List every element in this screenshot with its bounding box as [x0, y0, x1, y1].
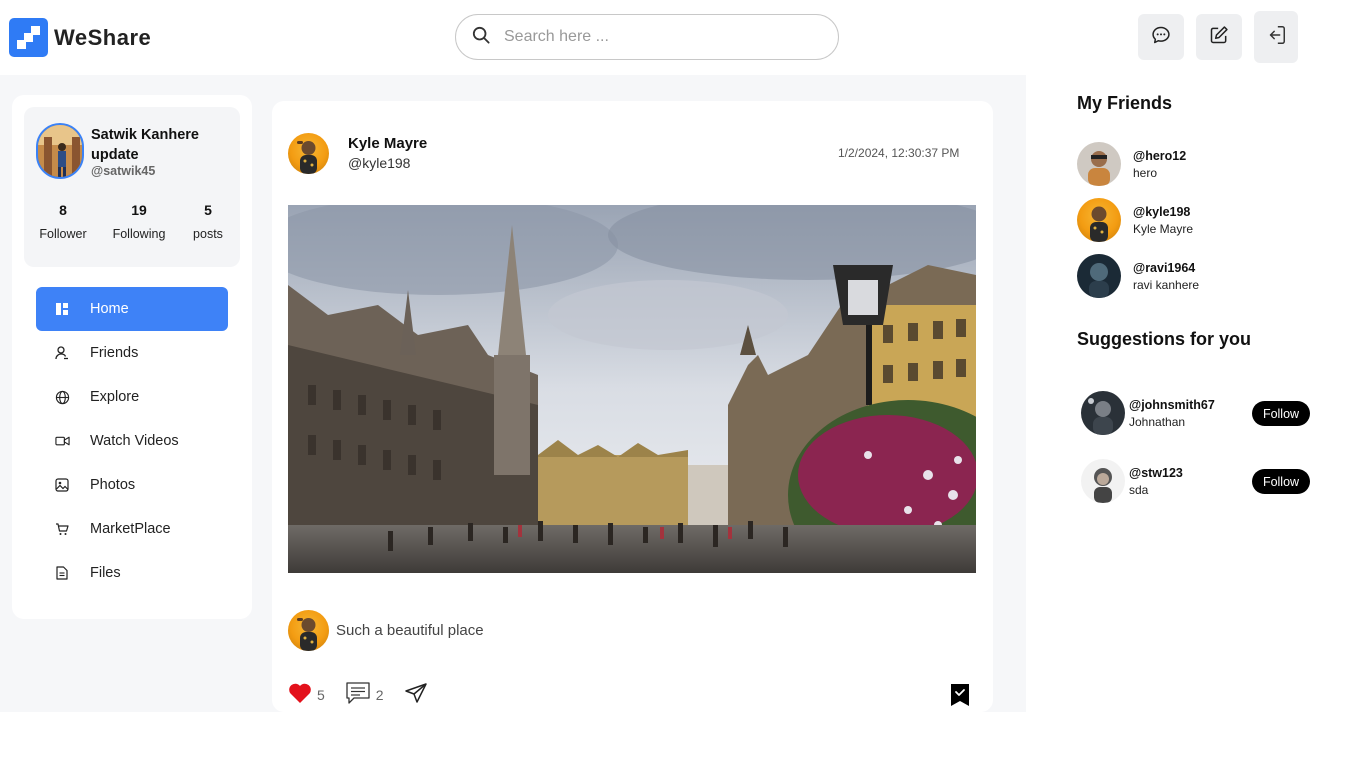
- suggestion-item[interactable]: @stw123 sda: [1081, 459, 1183, 503]
- chat-icon: [1151, 25, 1171, 50]
- like-count: 5: [317, 686, 325, 703]
- search-input[interactable]: [504, 28, 804, 46]
- avatar[interactable]: [1081, 459, 1125, 503]
- comment-button[interactable]: 2: [345, 681, 384, 708]
- friend-name: ravi kanhere: [1133, 277, 1200, 292]
- app-name: WeShare: [54, 24, 152, 50]
- follow-button[interactable]: Follow: [1252, 469, 1310, 494]
- heart-icon: [288, 682, 312, 707]
- search-bar[interactable]: [455, 14, 839, 60]
- share-button[interactable]: [404, 682, 428, 707]
- friend-handle: @hero12: [1133, 148, 1187, 163]
- edit-icon: [1209, 25, 1229, 50]
- send-icon: [404, 682, 428, 707]
- user-icon: [54, 345, 70, 361]
- follow-button[interactable]: Follow: [1252, 401, 1310, 426]
- bookmark-icon: [950, 684, 970, 711]
- post-author-name[interactable]: Kyle Mayre: [348, 135, 427, 152]
- followers-label: Follower: [39, 227, 87, 241]
- avatar[interactable]: [1081, 391, 1125, 435]
- nav-label-explore: Explore: [90, 389, 140, 405]
- right-sidebar: My Friends @hero12 hero @kyle198 Kyle Ma…: [1026, 75, 1366, 712]
- comment-avatar[interactable]: [288, 610, 329, 651]
- post-card: Kyle Mayre @kyle198 1/2/2024, 12:30:37 P…: [272, 101, 993, 712]
- post-timestamp: 1/2/2024, 12:30:37 PM: [838, 146, 960, 160]
- post-author-avatar[interactable]: [288, 133, 329, 174]
- friend-handle: @kyle198: [1133, 204, 1191, 219]
- friend-name: Kyle Mayre: [1133, 221, 1194, 236]
- logout-button[interactable]: [1254, 11, 1298, 63]
- post-image[interactable]: [288, 205, 976, 573]
- post-actions: 5 2: [288, 681, 448, 708]
- nav-label-files: Files: [90, 565, 121, 581]
- nav-label-friends: Friends: [90, 345, 139, 361]
- comment-icon: [345, 681, 371, 708]
- suggestion-handle: @johnsmith67: [1129, 397, 1215, 412]
- suggestion-name: sda: [1129, 482, 1149, 497]
- profile-card[interactable]: Satwik Kanhere update @satwik45 8 Follow…: [24, 107, 240, 267]
- posts-stat[interactable]: 5 posts: [173, 202, 243, 241]
- posts-label: posts: [193, 227, 223, 241]
- top-bar: WeShare: [0, 0, 1366, 75]
- globe-icon: [54, 389, 70, 405]
- video-icon: [54, 433, 70, 449]
- logo-icon: [9, 18, 48, 57]
- nav-item-files[interactable]: Files: [36, 551, 228, 595]
- friend-handle: @ravi1964: [1133, 260, 1196, 275]
- my-friends-title: My Friends: [1077, 93, 1173, 113]
- nav-label-watch-videos: Watch Videos: [90, 433, 179, 449]
- cart-icon: [54, 521, 70, 537]
- post-author-handle: @kyle198: [348, 155, 411, 171]
- create-post-button[interactable]: [1196, 14, 1242, 60]
- app-logo[interactable]: WeShare: [9, 18, 151, 57]
- following-stat[interactable]: 19 Following: [104, 202, 174, 241]
- suggestion-item[interactable]: @johnsmith67 Johnathan: [1081, 391, 1215, 435]
- nav-label-home: Home: [90, 301, 129, 317]
- followers-stat[interactable]: 8 Follower: [28, 202, 98, 241]
- nav-label-marketplace: MarketPlace: [90, 521, 171, 537]
- bookmark-button[interactable]: [950, 683, 970, 712]
- nav-label-photos: Photos: [90, 477, 136, 493]
- suggestions-title: Suggestions for you: [1077, 329, 1252, 349]
- nav-item-friends[interactable]: Friends: [36, 331, 228, 375]
- search-icon: [472, 26, 490, 49]
- avatar[interactable]: [1077, 198, 1121, 242]
- nav-item-photos[interactable]: Photos: [36, 463, 228, 507]
- avatar[interactable]: [1077, 254, 1121, 298]
- following-label: Following: [112, 227, 166, 241]
- like-button[interactable]: 5: [288, 682, 325, 707]
- avatar[interactable]: [36, 123, 84, 179]
- comment-count: 2: [375, 686, 384, 703]
- logout-icon: [1265, 24, 1287, 51]
- posts-count: 5: [204, 202, 212, 218]
- nav-item-marketplace[interactable]: MarketPlace: [36, 507, 228, 551]
- friend-name: hero: [1133, 165, 1158, 180]
- profile-handle: @satwik45: [91, 164, 156, 178]
- profile-name: Satwik Kanhere update: [91, 127, 199, 163]
- suggestion-name: Johnathan: [1129, 414, 1186, 429]
- friend-item[interactable]: @kyle198 Kyle Mayre: [1077, 198, 1193, 242]
- following-count: 19: [131, 202, 147, 218]
- friend-item[interactable]: @hero12 hero: [1077, 142, 1186, 186]
- friend-item[interactable]: @ravi1964 ravi kanhere: [1077, 254, 1199, 298]
- messages-button[interactable]: [1138, 14, 1184, 60]
- post-caption: Such a beautiful place: [336, 622, 484, 639]
- avatar[interactable]: [1077, 142, 1121, 186]
- followers-count: 8: [59, 202, 67, 218]
- file-icon: [54, 565, 70, 581]
- nav-item-watch-videos[interactable]: Watch Videos: [36, 419, 228, 463]
- nav-item-explore[interactable]: Explore: [36, 375, 228, 419]
- suggestion-handle: @stw123: [1129, 465, 1183, 480]
- nav-item-home[interactable]: Home: [36, 287, 228, 331]
- image-icon: [54, 477, 70, 493]
- home-icon: [54, 301, 70, 317]
